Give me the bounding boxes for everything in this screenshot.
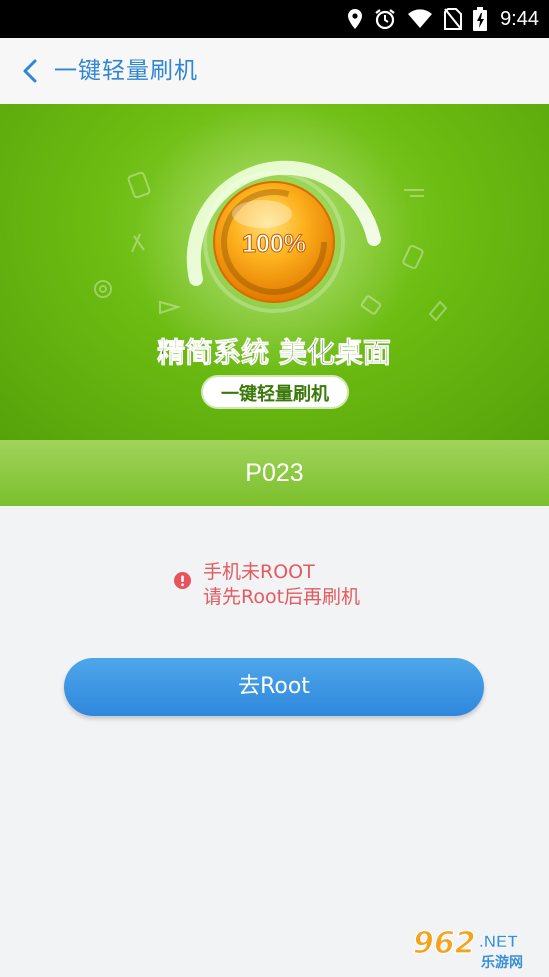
watermark-tagline: 乐游网 xyxy=(481,954,523,971)
slogan: 精简系统 美化桌面 xyxy=(157,336,391,369)
device-model: P023 xyxy=(245,459,304,487)
app-bar: 一键轻量刷机 xyxy=(0,38,549,105)
banner: 100% 精简系统 美化桌面 一键轻量刷机 xyxy=(0,104,549,440)
alert-circle-icon xyxy=(174,572,191,589)
status-time: 9:44 xyxy=(500,7,539,30)
warning-line-2: 请先Root后再刷机 xyxy=(203,586,361,608)
banner-graphic: 100% 精简系统 美化桌面 一键轻量刷机 xyxy=(94,104,448,409)
no-sim-icon xyxy=(444,8,463,30)
watermark-suffix: .NET xyxy=(479,932,518,951)
chevron-left-icon xyxy=(23,59,37,83)
watermark-number: 962 xyxy=(413,926,476,961)
wifi-icon xyxy=(407,9,433,29)
warning-text: 手机未ROOT 请先Root后再刷机 xyxy=(203,560,360,610)
device-strip: P023 xyxy=(0,440,549,506)
alarm-icon xyxy=(374,8,396,30)
root-warning: 手机未ROOT 请先Root后再刷机 xyxy=(174,560,360,610)
pill-text: 一键轻量刷机 xyxy=(221,383,329,405)
page-title: 一键轻量刷机 xyxy=(54,58,198,84)
back-button[interactable] xyxy=(14,55,46,87)
location-icon xyxy=(347,8,363,30)
go-root-button[interactable]: 去Root xyxy=(64,658,484,716)
status-icons: 9:44 xyxy=(347,0,539,38)
progress-percent: 100% xyxy=(242,230,306,258)
warning-line-1: 手机未ROOT xyxy=(203,561,315,583)
status-bar: 9:44 xyxy=(0,0,549,38)
watermark-logo: 962 .NET 乐游网 xyxy=(412,925,523,971)
battery-charging-icon xyxy=(473,7,488,31)
